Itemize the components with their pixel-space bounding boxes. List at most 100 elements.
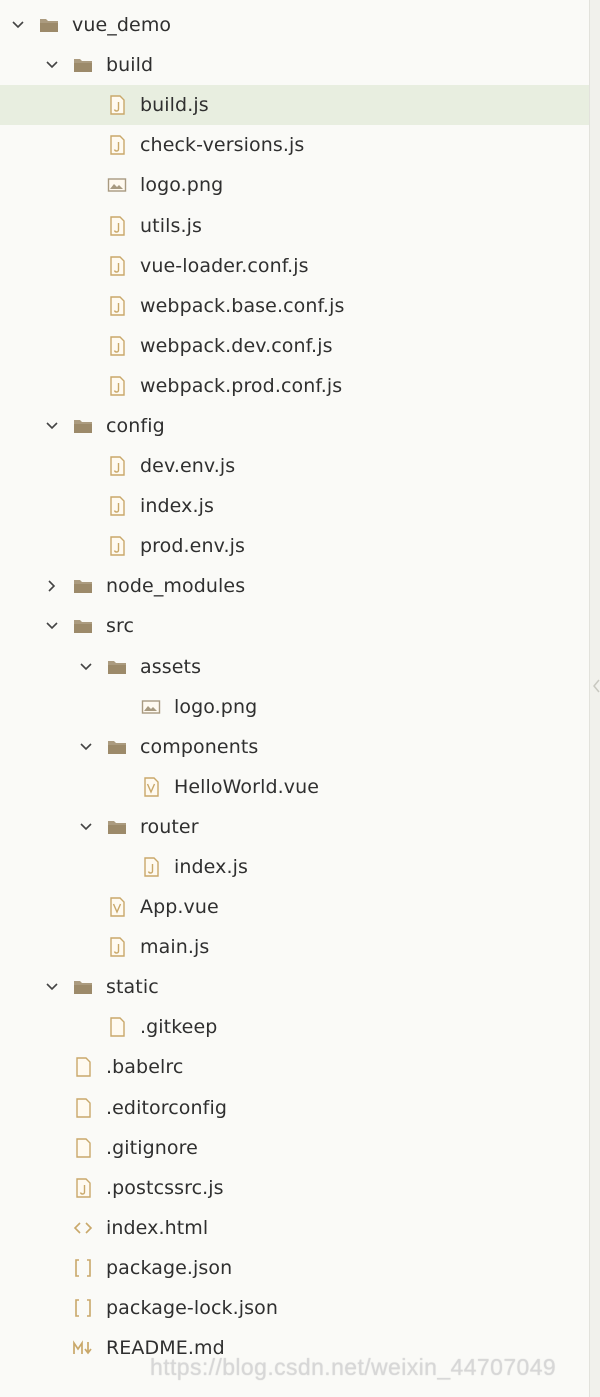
tree-item-gitignore[interactable]: .gitignore [0,1128,590,1168]
tree-item-label: .gitignore [106,1136,198,1159]
tree-item-config-index-js[interactable]: index.js [0,486,590,526]
chevron-down-icon[interactable] [44,57,60,73]
tree-item-components[interactable]: components [0,727,590,767]
file-icon [106,1016,128,1038]
tree-item-vue-demo[interactable]: vue_demo [0,5,590,45]
tree-item-label: webpack.prod.conf.js [140,374,343,397]
tree-item-webpack-dev-conf-js[interactable]: webpack.dev.conf.js [0,326,590,366]
tree-item-label: vue-loader.conf.js [140,254,309,277]
tree-item-label: vue_demo [72,14,172,37]
tree-item-label: index.html [106,1216,209,1239]
tree-item-label: index.js [174,856,248,879]
image-file-icon [106,174,128,196]
tree-item-label: webpack.dev.conf.js [140,334,333,357]
tree-item-check-versions-js[interactable]: check-versions.js [0,125,590,165]
tree-item-node-modules[interactable]: node_modules [0,566,590,606]
tree-item-label: build [106,54,154,77]
tree-item-label: index.js [140,495,214,518]
image-file-icon [140,696,162,718]
tree-item-helloworld-vue[interactable]: HelloWorld.vue [0,767,590,807]
js-file-icon [106,936,128,958]
tree-item-src[interactable]: src [0,606,590,646]
folder-icon [38,14,60,36]
editor-divider[interactable] [589,0,600,1397]
js-file-icon [140,856,162,878]
tree-item-label: main.js [140,936,210,959]
chevron-down-icon[interactable] [44,618,60,634]
tree-item-router-index-js[interactable]: index.js [0,847,590,887]
tree-item-package-lock-json[interactable]: package-lock.json [0,1288,590,1328]
vue-file-icon [106,896,128,918]
tree-item-label: components [140,735,259,758]
folder-icon [106,736,128,758]
folder-icon [72,54,94,76]
js-file-icon [106,335,128,357]
js-file-icon [106,535,128,557]
folder-icon [72,415,94,437]
tree-item-label: check-versions.js [140,134,305,157]
tree-item-label: logo.png [174,695,258,718]
tree-item-babelrc[interactable]: .babelrc [0,1047,590,1087]
tree-item-assets-logo-png[interactable]: logo.png [0,687,590,727]
tree-item-label: webpack.base.conf.js [140,294,345,317]
folder-icon [72,976,94,998]
watermark-text: https://blog.csdn.net/weixin_44707049 [150,1354,557,1380]
js-file-icon [106,375,128,397]
tree-item-build-logo-png[interactable]: logo.png [0,165,590,205]
tree-item-label: config [106,414,165,437]
file-icon [72,1137,94,1159]
tree-item-assets[interactable]: assets [0,647,590,687]
tree-item-build-js[interactable]: build.js [0,85,590,126]
tree-item-postcssrc-js[interactable]: .postcssrc.js [0,1168,590,1208]
folder-icon [106,816,128,838]
tree-item-main-js[interactable]: main.js [0,927,590,967]
tree-item-dev-env-js[interactable]: dev.env.js [0,446,590,486]
chevron-down-icon[interactable] [78,819,94,835]
project-explorer-tree: vue_demo build build.js check-versions.j… [0,5,590,1368]
js-file-icon [72,1177,94,1199]
html-file-icon [72,1217,94,1239]
tree-item-build[interactable]: build [0,45,590,85]
tree-item-gitkeep[interactable]: .gitkeep [0,1007,590,1047]
tree-item-label: App.vue [140,896,219,919]
tree-item-utils-js[interactable]: utils.js [0,205,590,245]
file-icon [72,1056,94,1078]
tree-item-label: node_modules [106,575,246,598]
tree-item-webpack-base-conf-js[interactable]: webpack.base.conf.js [0,286,590,326]
tree-item-label: utils.js [140,214,202,237]
tree-item-label: .editorconfig [106,1096,227,1119]
tree-item-label: HelloWorld.vue [174,775,320,798]
chevron-down-icon[interactable] [78,739,94,755]
chevron-down-icon[interactable] [78,659,94,675]
tree-item-static[interactable]: static [0,967,590,1007]
js-file-icon [106,455,128,477]
tree-item-label: package.json [106,1256,233,1279]
tree-item-package-json[interactable]: package.json [0,1248,590,1288]
tree-item-config[interactable]: config [0,406,590,446]
folder-icon [72,575,94,597]
js-file-icon [106,134,128,156]
js-file-icon [106,295,128,317]
js-file-icon [106,255,128,277]
tree-item-label: logo.png [140,174,224,197]
tree-item-label: assets [140,655,202,678]
chevron-right-icon[interactable] [44,578,60,594]
chevron-down-icon[interactable] [44,418,60,434]
tree-item-router[interactable]: router [0,807,590,847]
tree-item-prod-env-js[interactable]: prod.env.js [0,526,590,566]
js-file-icon [106,215,128,237]
file-icon [72,1097,94,1119]
collapse-handle-icon[interactable] [592,676,600,696]
tree-item-app-vue[interactable]: App.vue [0,887,590,927]
chevron-down-icon[interactable] [10,17,26,33]
tree-item-editorconfig[interactable]: .editorconfig [0,1088,590,1128]
tree-item-label: src [106,615,135,638]
tree-item-label: .postcssrc.js [106,1176,224,1199]
tree-item-index-html[interactable]: index.html [0,1208,590,1248]
tree-item-label: prod.env.js [140,535,245,558]
tree-item-webpack-prod-conf-js[interactable]: webpack.prod.conf.js [0,366,590,406]
tree-item-label: build.js [140,94,209,117]
tree-item-label: dev.env.js [140,455,236,478]
chevron-down-icon[interactable] [44,979,60,995]
tree-item-vue-loader-conf-js[interactable]: vue-loader.conf.js [0,246,590,286]
